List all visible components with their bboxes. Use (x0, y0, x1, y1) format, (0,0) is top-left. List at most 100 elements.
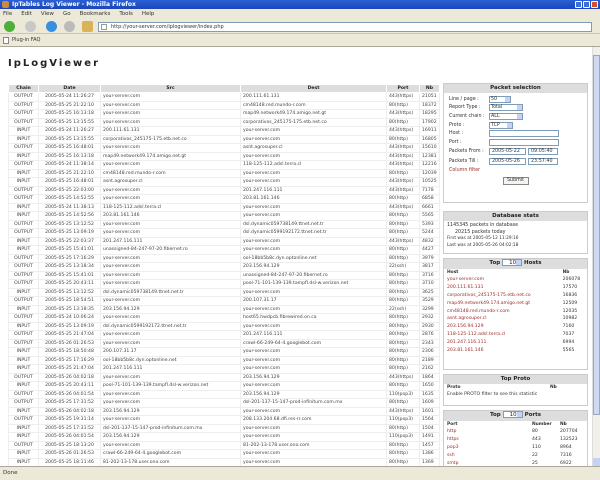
cell-src[interactable]: corporativos_245175-175.etb.net.co (100, 134, 241, 144)
cell-dest[interactable]: your-server.com (240, 423, 387, 433)
cell-port[interactable]: 22(ssh) (386, 304, 420, 314)
till-date-input[interactable]: 2005-05-26 (489, 158, 526, 166)
cell-port[interactable]: 22(ssh) (386, 262, 420, 272)
menu-file[interactable]: File (3, 9, 12, 19)
line-page-select[interactable]: 50 (489, 95, 511, 103)
cell-src[interactable]: asnt.agrosuper.cl (100, 177, 241, 187)
cell-src[interactable]: 203.156.94.129 (100, 406, 241, 416)
home-icon[interactable] (82, 21, 93, 32)
host-link[interactable]: your-server.com (444, 276, 560, 284)
cell-dest[interactable]: your-server.com (240, 449, 387, 459)
cell-dest[interactable]: corporativos_245175-175.etb.net.co (240, 117, 387, 127)
cell-dest[interactable]: 81-202-13-178.user.ono.com (240, 440, 387, 450)
cell-src[interactable]: 81-202-13-178.user.ono.com (100, 457, 241, 466)
cell-src[interactable]: crawl-66-249-64-4.googlebot.com (100, 449, 241, 459)
cell-dest[interactable]: 208.133.204.68.dfi.res-rr.com (240, 415, 387, 425)
cell-dest[interactable]: 118-125-112.adsl.terra.cl (240, 160, 387, 170)
cell-port[interactable]: 443(https) (386, 177, 420, 187)
cell-port[interactable]: 80(http) (386, 219, 420, 229)
col-date[interactable]: Date (38, 84, 101, 93)
vertical-scrollbar[interactable] (592, 47, 600, 466)
cell-src[interactable]: your-server.com (100, 279, 241, 289)
from-time-input[interactable]: 09:05:40 (528, 148, 558, 156)
cell-port[interactable]: 443(https) (386, 109, 420, 119)
cell-port[interactable]: 80(http) (386, 194, 420, 204)
cell-dest[interactable]: your-server.com (240, 134, 387, 144)
cell-dest[interactable]: 200.107.31.17 (240, 296, 387, 306)
cell-dest[interactable]: your-server.com (240, 304, 387, 314)
cell-src[interactable]: 201.247.116.111 (100, 236, 241, 246)
port-input[interactable] (489, 138, 559, 146)
cell-dest[interactable]: 203.156.94.129 (240, 372, 387, 382)
cell-dest[interactable]: 203.156.94.129 (240, 389, 387, 399)
cell-port[interactable]: 443(https) (386, 236, 420, 246)
cell-src[interactable]: your-server.com (100, 253, 241, 263)
minimize-button[interactable] (575, 1, 582, 8)
cell-port[interactable]: 80(http) (386, 279, 420, 289)
cell-port[interactable]: 80(http) (386, 381, 420, 391)
cell-dest[interactable]: your-server.com (240, 355, 387, 365)
back-icon[interactable] (4, 21, 15, 32)
column-filter-link[interactable]: Column filter (444, 167, 587, 176)
host-link[interactable]: 200.111.61.131 (444, 284, 560, 292)
cell-dest[interactable]: your-server.com (240, 245, 387, 255)
cell-src[interactable]: your-server.com (100, 219, 241, 229)
cell-port[interactable]: 80(http) (386, 270, 420, 280)
cell-dest[interactable]: your-server.com (240, 457, 387, 466)
cell-port[interactable]: 80(http) (386, 134, 420, 144)
cell-dest[interactable]: your-server.com (240, 168, 387, 178)
cell-port[interactable]: 443(https) (386, 406, 420, 416)
cell-port[interactable]: 80(http) (386, 423, 420, 433)
cell-src[interactable]: 203.156.94.129 (100, 432, 241, 442)
cell-src[interactable]: your-server.com (100, 194, 241, 204)
cell-src[interactable]: your-server.com (100, 372, 241, 382)
col-src[interactable]: Src (100, 84, 241, 93)
menu-help[interactable]: Help (142, 9, 155, 19)
menu-go[interactable]: Go (63, 9, 71, 19)
cell-src[interactable]: your-server.com (100, 398, 241, 408)
cell-dest[interactable]: 201.247.116.111 (240, 185, 387, 195)
cell-src[interactable]: your-server.com (100, 440, 241, 450)
proto-select[interactable]: TCP (489, 121, 513, 129)
cell-src[interactable]: map49.network49.174.amigo.net.gt (100, 151, 241, 161)
cell-port[interactable]: 80(http) (386, 245, 420, 255)
port-link[interactable]: http (444, 428, 529, 436)
cell-src[interactable]: 118-125-112.adsl.terra.cl (100, 202, 241, 212)
cell-dest[interactable]: host65.hwdpcb.fibrewired.on.ca (240, 313, 387, 323)
cell-src[interactable]: 200.111.61.131 (100, 126, 241, 136)
cell-dest[interactable]: your-server.com (240, 126, 387, 136)
cell-src[interactable]: your-server.com (100, 117, 241, 127)
cell-port[interactable]: 80(http) (386, 253, 420, 263)
cell-port[interactable]: 443(https) (386, 151, 420, 161)
cell-src[interactable]: ool-18bb5b8c.dyn.optonline.net (100, 355, 241, 365)
col-port[interactable]: Port (386, 84, 420, 93)
forward-icon[interactable] (25, 21, 36, 32)
cell-port[interactable]: 443(https) (386, 160, 420, 170)
cell-dest[interactable]: map49.network49.174.amigo.net.gt (240, 109, 387, 119)
url-bar[interactable]: http://your-server.com/iplogviewer/index… (98, 22, 592, 32)
cell-dest[interactable]: your-server.com (240, 381, 387, 391)
cell-port[interactable]: 80(http) (386, 117, 420, 127)
cell-src[interactable]: your-server.com (100, 100, 241, 110)
cell-port[interactable]: 443(https) (386, 185, 420, 195)
cell-src[interactable]: your-server.com (100, 92, 241, 102)
cell-dest[interactable]: your-server.com (240, 347, 387, 357)
cell-dest[interactable]: pool-71-101-139-139.tampfl.dsl-w.verizon… (240, 279, 387, 289)
menu-edit[interactable]: Edit (21, 9, 32, 19)
cell-src[interactable]: your-server.com (100, 313, 241, 323)
cell-port[interactable]: 80(http) (386, 228, 420, 238)
cell-port[interactable]: 80(http) (386, 168, 420, 178)
cell-dest[interactable]: 201.247.116.111 (240, 330, 387, 340)
host-link[interactable]: 118-125-112.adsl.terra.cl (444, 331, 560, 339)
cell-dest[interactable]: dsl.dynamic059738149.ttnet.net.tr (240, 219, 387, 229)
report-type-select[interactable]: Total (489, 104, 523, 112)
cell-src[interactable]: your-server.com (100, 109, 241, 119)
cell-dest[interactable]: your-server.com (240, 321, 387, 331)
cell-src[interactable]: your-server.com (100, 389, 241, 399)
cell-port[interactable]: 80(http) (386, 449, 420, 459)
cell-src[interactable]: your-server.com (100, 338, 241, 348)
cell-port[interactable]: 80(http) (386, 287, 420, 297)
top-hosts-count-select[interactable]: 10 (502, 259, 523, 266)
cell-port[interactable]: 80(http) (386, 338, 420, 348)
cell-dest[interactable]: unassigned-84-247-97-20.fibernet.ro (240, 270, 387, 280)
